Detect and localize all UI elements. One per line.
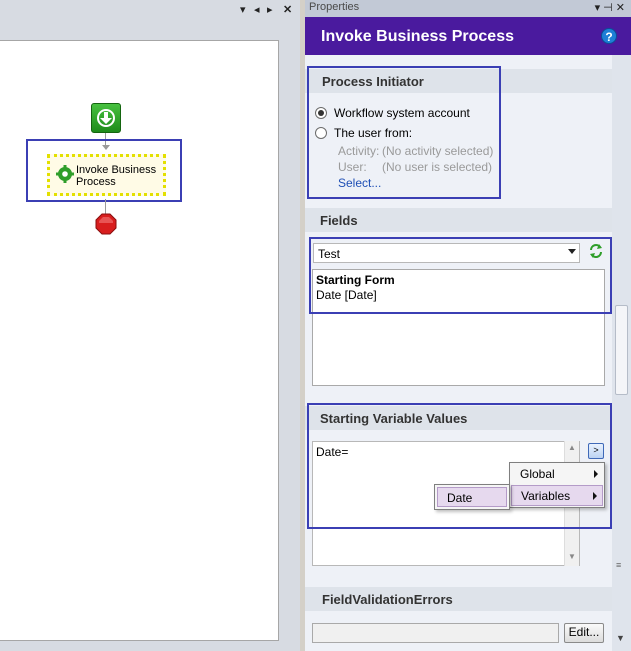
dropdown-icon[interactable]: ▾: [240, 3, 246, 17]
properties-body: Process Initiator Workflow system accoun…: [305, 55, 612, 651]
activity-value: (No activity selected): [382, 144, 494, 158]
validation-errors-field[interactable]: [312, 623, 559, 643]
menu-item-label: Variables: [521, 489, 571, 503]
workflow-designer: ▾ ◂ ▸ ✕ Invoke Business Process: [0, 0, 300, 651]
close-icon[interactable]: ✕: [283, 3, 292, 17]
scroll-right-icon[interactable]: ▸: [267, 3, 273, 17]
edit-button[interactable]: Edit...: [564, 623, 604, 643]
start-node[interactable]: [91, 103, 121, 133]
insert-context-menu: Global Variables: [509, 462, 605, 508]
properties-header: Invoke Business Process ?: [305, 17, 631, 55]
section-title: Fields: [320, 213, 358, 228]
properties-scrollbar[interactable]: ≡ ▼: [612, 55, 631, 651]
invoke-business-process-activity[interactable]: Invoke Business Process: [47, 154, 166, 196]
gear-icon: [56, 165, 74, 183]
radio-label: Workflow system account: [334, 106, 470, 120]
chevron-right-icon: [594, 470, 598, 478]
stop-icon[interactable]: [95, 213, 117, 235]
page-title: Invoke Business Process: [321, 28, 514, 45]
user-value: (No user is selected): [382, 160, 493, 174]
validation-header: FieldValidationErrors: [305, 587, 612, 611]
scroll-left-icon[interactable]: ◂: [254, 3, 260, 17]
scroll-down-icon[interactable]: ▼: [568, 552, 576, 561]
help-icon[interactable]: ?: [601, 28, 617, 44]
fields-highlight: [309, 237, 612, 314]
chevron-right-icon: [593, 492, 597, 500]
section-title: FieldValidationErrors: [322, 592, 453, 607]
activity-label: Activity:: [338, 144, 380, 158]
menu-item-label: Global: [520, 467, 555, 481]
designer-toolbar: ▾ ◂ ▸ ✕: [0, 0, 300, 22]
scroll-down-icon[interactable]: ▼: [616, 633, 625, 643]
radio-label: The user from:: [334, 126, 413, 140]
properties-titlebar: Properties ▾ ⊣ ✕: [305, 0, 631, 17]
down-arrow-icon: [100, 112, 112, 124]
activity-label: Invoke Business Process: [76, 164, 157, 188]
scrollbar-thumb[interactable]: [615, 305, 628, 395]
properties-pane: Properties ▾ ⊣ ✕ Invoke Business Process…: [305, 0, 631, 651]
properties-pane-title: Properties: [309, 1, 360, 13]
variables-submenu: Date: [434, 484, 510, 510]
submenu-item-date[interactable]: Date: [437, 487, 507, 507]
pane-controls[interactable]: ▾ ⊣ ✕: [595, 1, 625, 14]
select-user-link[interactable]: Select...: [338, 176, 381, 190]
fields-header: Fields: [305, 208, 612, 232]
design-canvas[interactable]: Invoke Business Process: [0, 40, 279, 641]
menu-item-variables[interactable]: Variables: [511, 485, 603, 506]
scroll-grip-icon: ≡: [616, 560, 622, 570]
menu-item-global[interactable]: Global: [511, 464, 603, 485]
radio-workflow-system-account[interactable]: [315, 107, 327, 119]
user-label: User:: [338, 160, 367, 174]
radio-user-from[interactable]: [315, 127, 327, 139]
